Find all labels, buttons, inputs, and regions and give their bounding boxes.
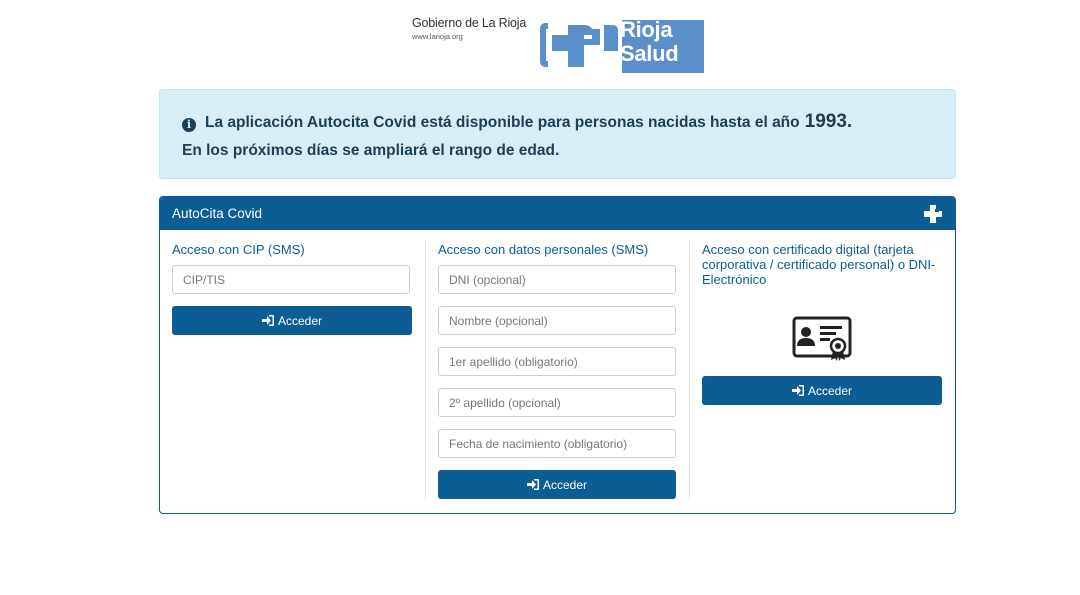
panel-heading: AutoCita Covid	[160, 197, 955, 230]
brand-name: Rioja Salud	[620, 17, 679, 66]
sign-in-icon	[791, 385, 804, 396]
autocita-panel: AutoCita Covid Acceso con CIP (SMS) Acce…	[159, 196, 956, 514]
alert-year: 1993.	[804, 111, 853, 132]
government-logo[interactable]: Gobierno de La Rioja www.larioja.org	[412, 16, 526, 41]
personal-data-access-section: Acceso con datos personales (SMS) Accede…	[438, 242, 678, 499]
sign-in-icon	[261, 315, 274, 326]
info-alert: i La aplicación Autocita Covid está disp…	[159, 89, 956, 179]
government-name: Gobierno de La Rioja	[412, 16, 527, 30]
first-surname-input[interactable]	[438, 347, 676, 376]
column-divider	[689, 241, 690, 499]
certificate-icon-wrap	[702, 316, 944, 362]
certificate-access-button[interactable]: Acceder	[702, 376, 942, 405]
digital-certificate-icon	[792, 316, 852, 361]
dni-input[interactable]	[438, 265, 676, 294]
certificate-access-button-label: Acceder	[807, 383, 853, 398]
cip-access-button-label: Acceder	[277, 313, 323, 328]
alert-line-2: En los próximos días se ampliará el rang…	[182, 141, 933, 161]
personal-access-button-label: Acceder	[542, 477, 588, 492]
personal-access-button[interactable]: Acceder	[438, 470, 676, 499]
cip-access-button[interactable]: Acceder	[172, 306, 412, 335]
column-divider	[425, 241, 426, 499]
sign-in-icon	[526, 479, 539, 490]
brand-line-2: Salud	[620, 41, 679, 66]
certificate-access-section: Acceso con certificado digital (tarjeta …	[702, 242, 944, 405]
site-header: Gobierno de La Rioja www.larioja.org Rio…	[410, 14, 710, 76]
alert-line-1: i La aplicación Autocita Covid está disp…	[182, 112, 933, 133]
birthdate-input[interactable]	[438, 429, 676, 458]
brand-line-1: Rioja	[620, 17, 673, 42]
personal-section-title: Acceso con datos personales (SMS)	[438, 242, 649, 257]
alert-message: La aplicación Autocita Covid está dispon…	[205, 114, 800, 131]
cip-section-title: Acceso con CIP (SMS)	[172, 242, 305, 257]
cip-access-section: Acceso con CIP (SMS) Acceder	[172, 242, 412, 335]
panel-title: AutoCita Covid	[172, 206, 263, 221]
cross-icon	[924, 205, 942, 223]
second-surname-input[interactable]	[438, 388, 676, 417]
cip-input[interactable]	[172, 265, 410, 294]
info-circle-icon: i	[182, 118, 196, 132]
alert-submessage: En los próximos días se ampliará el rang…	[182, 142, 560, 159]
certificate-section-title: Acceso con certificado digital (tarjeta …	[702, 242, 936, 287]
name-input[interactable]	[438, 306, 676, 335]
government-url: www.larioja.org	[412, 32, 463, 41]
